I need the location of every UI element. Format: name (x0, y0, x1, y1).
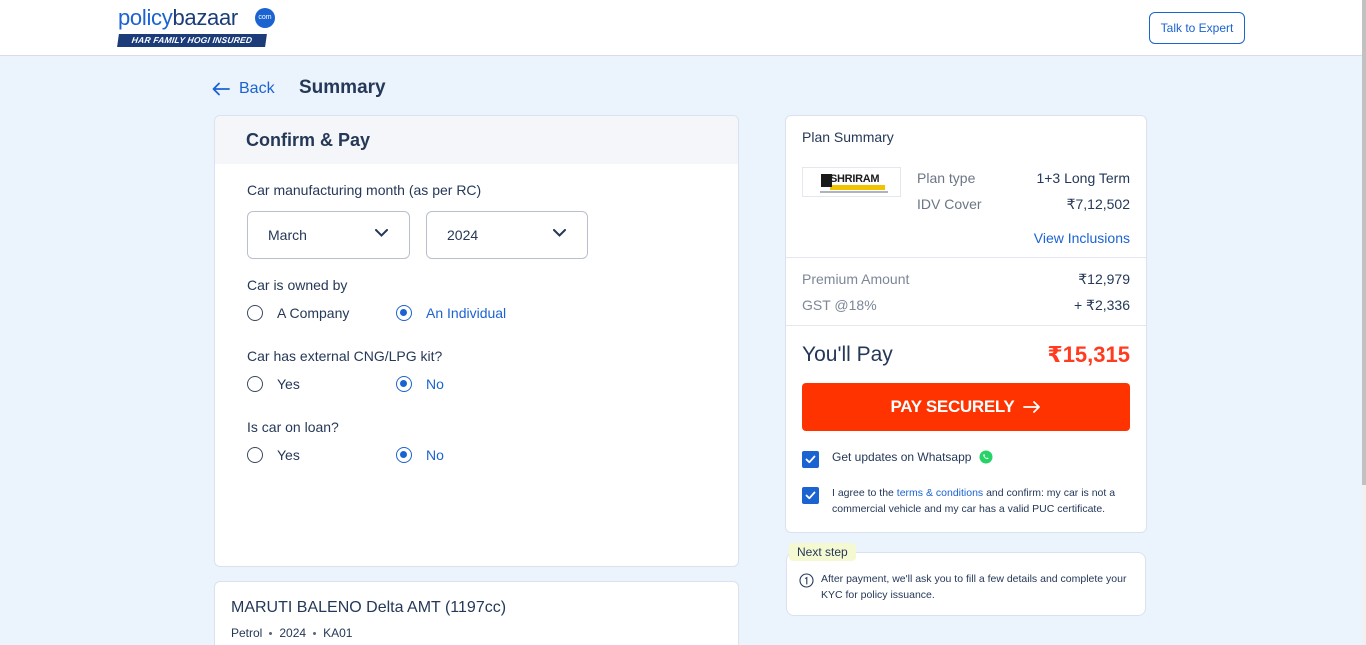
cng-no-radio[interactable]: No (396, 374, 444, 394)
separator-dot (313, 631, 317, 635)
radio-label: No (426, 447, 444, 463)
logo-wordmark: policybazaar (118, 5, 238, 31)
cng-yes-radio[interactable]: Yes (247, 374, 300, 394)
insurer-logo-subline (820, 191, 888, 193)
chevron-down-icon (553, 229, 566, 237)
logo-policy-text: policy (118, 5, 173, 30)
talk-to-expert-button[interactable]: Talk to Expert (1149, 12, 1245, 44)
insurer-name: SHRIRAM (830, 173, 880, 185)
premium-amount-label: Premium Amount (802, 271, 910, 287)
owned-by-company-radio[interactable]: A Company (247, 303, 349, 323)
car-rto: KA01 (323, 626, 353, 640)
plan-type-label: Plan type (917, 170, 976, 186)
confirm-pay-card: Confirm & Pay Car manufacturing month (a… (214, 115, 739, 567)
you-pay-label: You'll Pay (802, 343, 893, 366)
checkmark-icon (805, 491, 816, 500)
pay-securely-label: PAY SECURELY (890, 397, 1015, 416)
top-header: policybazaar com HAR FAMILY HOGI INSURED… (0, 0, 1362, 56)
gst-value: + ₹2,336 (1073, 297, 1130, 313)
terms-prefix: I agree to the (832, 487, 897, 499)
back-label: Back (239, 80, 275, 97)
year-select[interactable]: 2024 (426, 211, 588, 259)
radio-label: No (426, 376, 444, 392)
whatsapp-updates-row: Get updates on Whatsapp (832, 450, 993, 464)
idv-cover-value: ₹7,12,502 (1066, 196, 1130, 212)
car-model-name: MARUTI BALENO Delta AMT (1197cc) (231, 599, 507, 616)
loan-yes-radio[interactable]: Yes (247, 445, 300, 465)
car-year: 2024 (279, 626, 307, 640)
radio-selected-icon (396, 376, 412, 392)
whatsapp-label: Get updates on Whatsapp (832, 450, 972, 464)
car-loan-label: Is car on loan? (247, 419, 339, 435)
next-step-badge: Next step (789, 543, 856, 561)
logo-tagline: HAR FAMILY HOGI INSURED (117, 34, 267, 47)
terms-checkbox[interactable] (802, 487, 819, 504)
arrow-right-icon (1023, 401, 1041, 413)
confirm-pay-title: Confirm & Pay (215, 116, 738, 164)
policybazaar-logo[interactable]: policybazaar com HAR FAMILY HOGI INSURED (117, 5, 280, 49)
scrollbar-thumb[interactable] (1362, 0, 1366, 485)
idv-cover-label: IDV Cover (917, 196, 982, 212)
car-fuel: Petrol (231, 626, 263, 640)
divider (786, 325, 1146, 326)
separator-dot (269, 631, 273, 635)
radio-icon (247, 376, 263, 392)
whatsapp-checkbox[interactable] (802, 451, 819, 468)
info-icon (799, 573, 814, 588)
radio-selected-icon (396, 447, 412, 463)
radio-label: An Individual (426, 305, 507, 321)
radio-label: A Company (277, 305, 350, 321)
month-select-value: March (268, 227, 307, 243)
terms-conditions-link[interactable]: terms & conditions (897, 487, 983, 499)
pay-securely-button[interactable]: PAY SECURELY (802, 383, 1130, 431)
radio-label: Yes (277, 376, 300, 392)
back-button[interactable]: Back (212, 78, 275, 100)
loan-no-radio[interactable]: No (396, 445, 444, 465)
car-details-card: MARUTI BALENO Delta AMT (1197cc) Petrol … (214, 581, 739, 645)
owned-by-label: Car is owned by (247, 277, 348, 293)
plan-type-value: 1+3 Long Term (1036, 170, 1130, 186)
terms-agreement-text: I agree to the terms & conditions and co… (832, 485, 1132, 517)
insurer-logo: SHRIRAM (802, 167, 901, 197)
next-step-text: After payment, we'll ask you to fill a f… (821, 573, 1127, 601)
you-pay-amount: ₹15,315 (1047, 342, 1130, 367)
insurer-logo-bar (830, 185, 885, 190)
radio-icon (247, 305, 263, 321)
mfg-month-label: Car manufacturing month (as per RC) (247, 182, 482, 198)
cng-kit-label: Car has external CNG/LPG kit? (247, 348, 443, 364)
radio-icon (247, 447, 263, 463)
month-select[interactable]: March (247, 211, 410, 259)
gst-label: GST @18% (802, 297, 877, 313)
logo-com-badge: com (255, 8, 275, 28)
radio-selected-icon (396, 305, 412, 321)
premium-amount-value: ₹12,979 (1078, 271, 1130, 287)
radio-label: Yes (277, 447, 300, 463)
checkmark-icon (805, 455, 816, 464)
arrow-left-icon (212, 82, 230, 96)
year-select-value: 2024 (447, 227, 479, 243)
car-meta-row: Petrol 2024 KA01 (231, 626, 352, 640)
chevron-down-icon (375, 229, 388, 237)
page-title: Summary (299, 77, 386, 98)
view-inclusions-link[interactable]: View Inclusions (1034, 230, 1130, 246)
logo-bazaar-text: bazaar (172, 5, 238, 30)
plan-summary-card: Plan Summary SHRIRAM Plan type 1+3 Long … (785, 115, 1147, 533)
plan-summary-title: Plan Summary (802, 129, 894, 145)
divider (786, 257, 1146, 258)
next-step-card: After payment, we'll ask you to fill a f… (786, 552, 1146, 616)
owned-by-individual-radio[interactable]: An Individual (396, 303, 506, 323)
whatsapp-icon (979, 450, 993, 464)
